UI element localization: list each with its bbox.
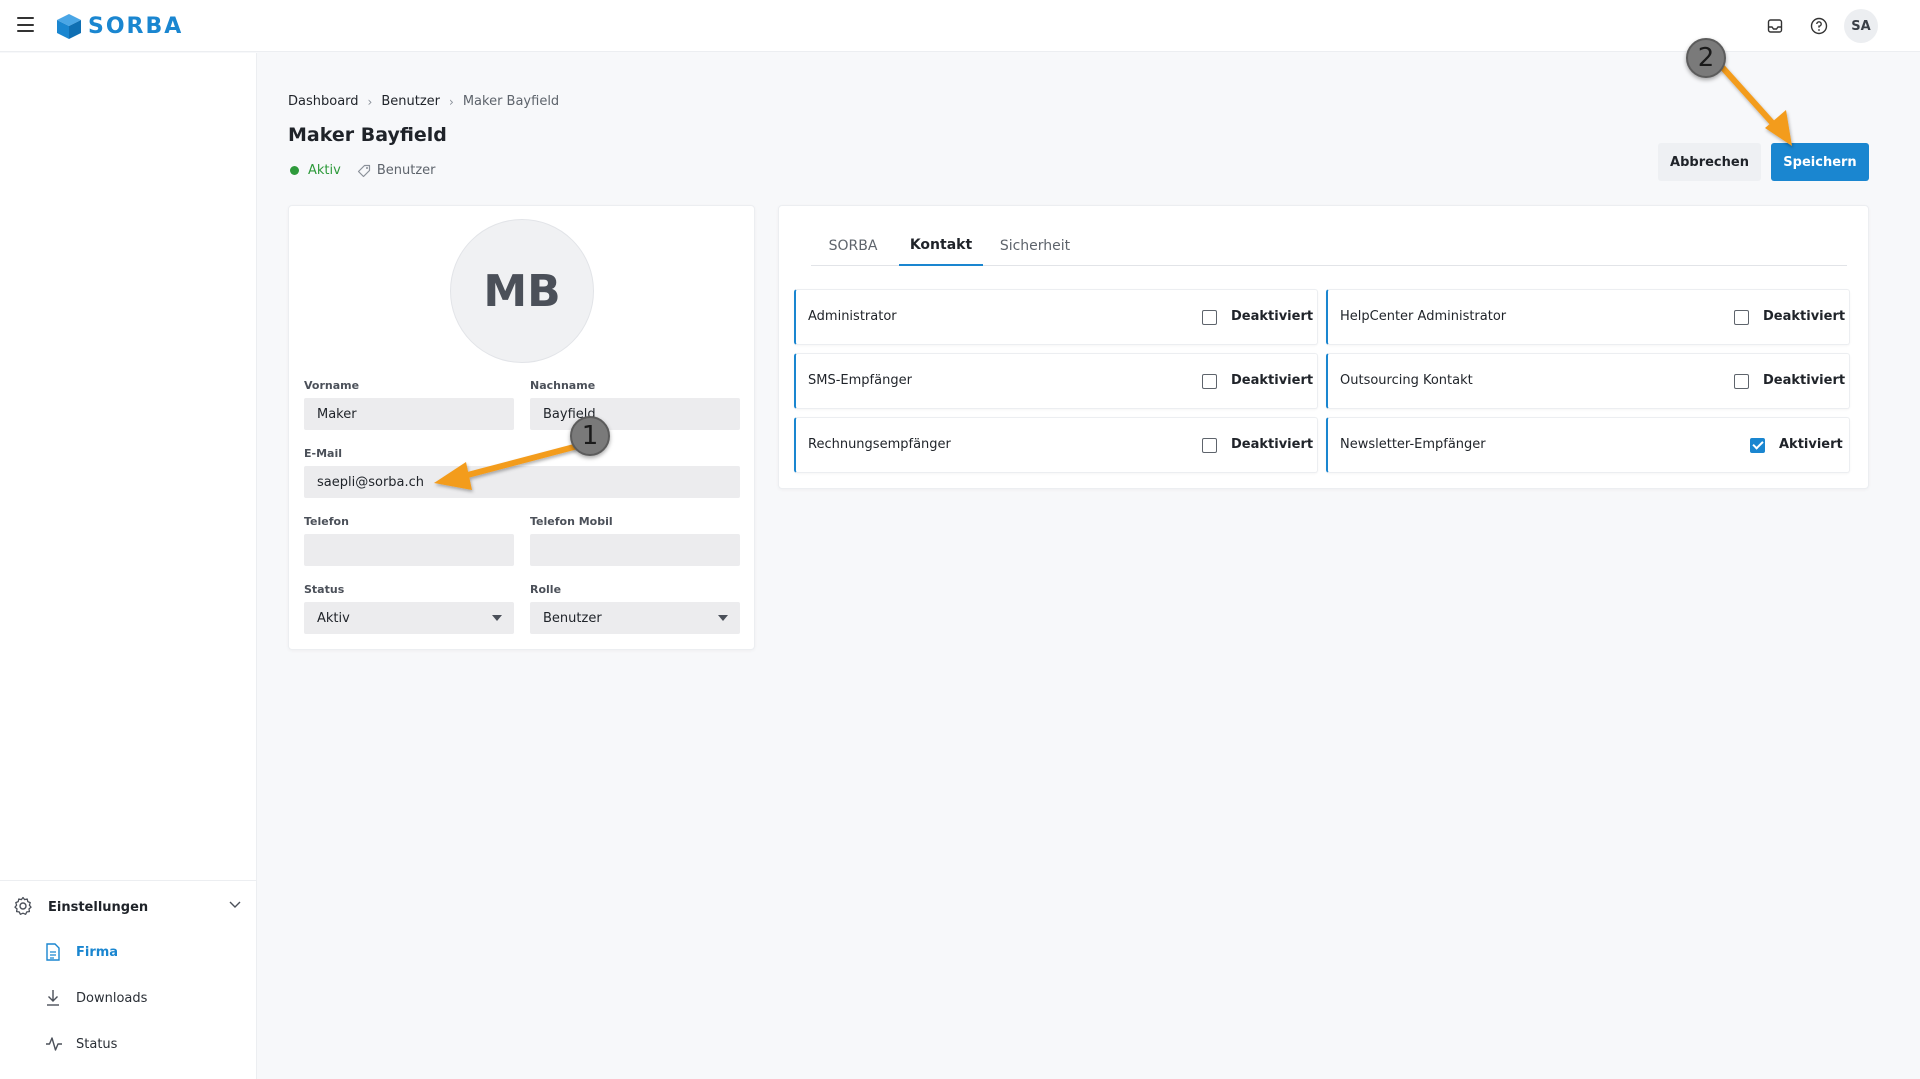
- chevron-right-icon: ›: [449, 94, 454, 109]
- perm-checkbox-checked[interactable]: [1750, 438, 1765, 453]
- chevron-down-icon: [229, 901, 241, 908]
- telefon-field[interactable]: [304, 534, 514, 566]
- status-label: Status: [304, 583, 345, 596]
- arrow-2: [1720, 65, 1792, 146]
- perm-checkbox[interactable]: [1202, 438, 1217, 453]
- settings-label: Einstellungen: [48, 899, 149, 915]
- breadcrumb-benutzer[interactable]: Benutzer: [381, 94, 440, 109]
- perm-label: Administrator: [808, 309, 897, 324]
- caret-down-icon: [718, 615, 728, 621]
- save-button[interactable]: Speichern: [1771, 143, 1869, 181]
- cancel-button[interactable]: Abbrechen: [1658, 143, 1761, 181]
- vorname-label: Vorname: [304, 379, 360, 392]
- sidebar-settings-section: Einstellungen Firma Downloads Status: [0, 880, 257, 1052]
- status-dot-icon: [290, 166, 299, 175]
- logo[interactable]: SORBA: [55, 12, 183, 40]
- annotation-badge-2: 2: [1686, 38, 1726, 78]
- role-badge: Benutzer: [376, 163, 436, 178]
- tag-icon: [357, 164, 370, 177]
- profile-card: MB Vorname Maker Nachname Bayfield E-Mai…: [288, 205, 755, 650]
- sidebar: Einstellungen Firma Downloads Status: [0, 53, 257, 1079]
- mobil-label: Telefon Mobil: [530, 515, 613, 528]
- activity-icon: [46, 1037, 62, 1051]
- rolle-select-value: Benutzer: [543, 610, 602, 626]
- status-select-value: Aktiv: [317, 610, 350, 626]
- perm-state[interactable]: Aktiviert: [1779, 437, 1843, 452]
- perm-checkbox[interactable]: [1734, 374, 1749, 389]
- perm-state[interactable]: Deaktiviert: [1763, 309, 1845, 324]
- tab-sorba[interactable]: SORBA: [811, 226, 895, 266]
- user-avatar[interactable]: SA: [1844, 9, 1878, 43]
- inbox-icon[interactable]: [1764, 15, 1786, 37]
- perm-label: Newsletter-Empfänger: [1340, 437, 1486, 452]
- perm-checkbox[interactable]: [1202, 310, 1217, 325]
- email-field[interactable]: saepli@sorba.ch: [304, 466, 740, 498]
- sidebar-item-label: Downloads: [76, 990, 148, 1006]
- chevron-right-icon: ›: [367, 94, 373, 109]
- perm-label: HelpCenter Administrator: [1340, 309, 1507, 324]
- vorname-field[interactable]: Maker: [304, 398, 514, 430]
- sidebar-item-downloads[interactable]: Downloads: [0, 978, 257, 1018]
- tab-bar: SORBA Kontakt Sicherheit: [811, 226, 1847, 266]
- document-icon: [46, 943, 60, 961]
- breadcrumb-dashboard[interactable]: Dashboard: [288, 94, 359, 109]
- breadcrumb-current: Maker Bayfield: [462, 94, 560, 109]
- profile-avatar: MB: [450, 219, 594, 363]
- perm-checkbox[interactable]: [1202, 374, 1217, 389]
- help-icon[interactable]: [1808, 15, 1830, 37]
- perm-administrator: Administrator Deaktiviert: [794, 289, 1318, 345]
- sidebar-item-label: Status: [76, 1036, 118, 1052]
- perm-state[interactable]: Deaktiviert: [1231, 373, 1313, 388]
- sidebar-item-firma[interactable]: Firma: [0, 932, 257, 972]
- perm-state[interactable]: Deaktiviert: [1763, 373, 1845, 388]
- telefon-label: Telefon: [304, 515, 349, 528]
- perm-label: Rechnungsempfänger: [808, 437, 951, 452]
- brand-name: SORBA: [88, 13, 184, 39]
- perm-label: Outsourcing Kontakt: [1340, 373, 1473, 388]
- page-title: Maker Bayfield: [288, 124, 447, 146]
- annotation-badge-1: 1: [570, 416, 610, 456]
- cube-logo-icon: [57, 14, 81, 39]
- nachname-field[interactable]: Bayfield: [530, 398, 740, 430]
- status-line: Aktiv Benutzer: [290, 163, 436, 178]
- caret-down-icon: [492, 615, 502, 621]
- perm-rechnung: Rechnungsempfänger Deaktiviert: [794, 417, 1318, 473]
- perm-label: SMS-Empfänger: [808, 373, 912, 388]
- perm-helpcenter-admin: HelpCenter Administrator Deaktiviert: [1326, 289, 1850, 345]
- permissions-card: SORBA Kontakt Sicherheit Administrator D…: [778, 205, 1869, 489]
- sidebar-item-status[interactable]: Status: [0, 1024, 257, 1064]
- sidebar-item-label: Firma: [76, 944, 119, 960]
- perm-state[interactable]: Deaktiviert: [1231, 309, 1313, 324]
- nachname-label: Nachname: [530, 379, 596, 392]
- top-bar: SORBA SA: [0, 0, 1920, 52]
- perm-outsourcing: Outsourcing Kontakt Deaktiviert: [1326, 353, 1850, 409]
- menu-icon[interactable]: [17, 17, 34, 32]
- perm-state[interactable]: Deaktiviert: [1231, 437, 1313, 452]
- download-icon: [47, 990, 59, 1006]
- settings-toggle[interactable]: Einstellungen: [0, 881, 257, 933]
- mobil-field[interactable]: [530, 534, 740, 566]
- rolle-label: Rolle: [530, 583, 562, 596]
- gear-icon: [14, 896, 32, 915]
- perm-newsletter: Newsletter-Empfänger Aktiviert: [1326, 417, 1850, 473]
- breadcrumb: Dashboard › Benutzer › Maker Bayfield: [288, 94, 559, 109]
- tab-sicherheit[interactable]: Sicherheit: [987, 226, 1083, 266]
- tab-kontakt[interactable]: Kontakt: [899, 226, 983, 266]
- status-badge: Aktiv: [308, 163, 341, 178]
- rolle-select[interactable]: Benutzer: [530, 602, 740, 634]
- status-select[interactable]: Aktiv: [304, 602, 514, 634]
- email-label: E-Mail: [304, 447, 342, 460]
- perm-sms: SMS-Empfänger Deaktiviert: [794, 353, 1318, 409]
- perm-checkbox[interactable]: [1734, 310, 1749, 325]
